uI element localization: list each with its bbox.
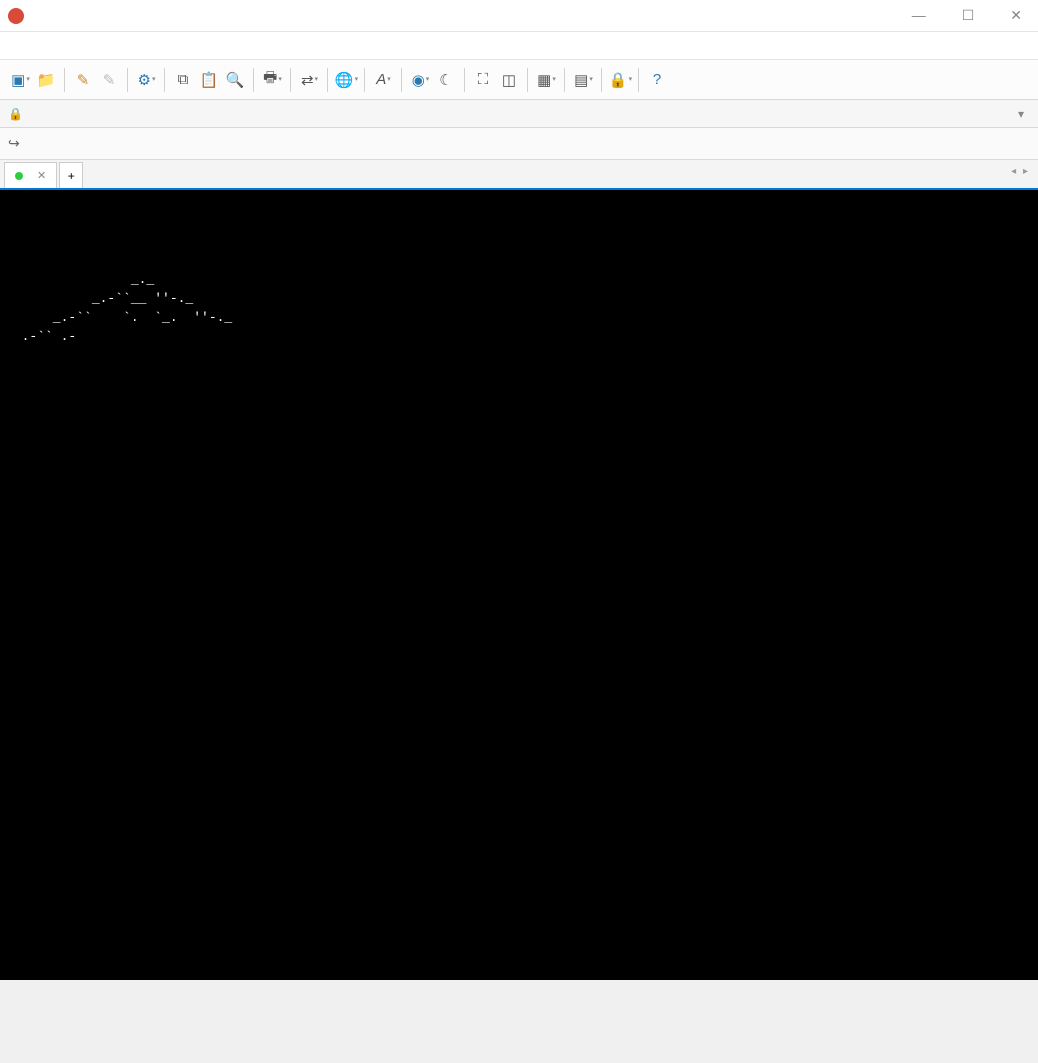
minimize-button[interactable]: — xyxy=(904,5,934,26)
lock-button[interactable]: 🔒 xyxy=(608,68,632,92)
separator xyxy=(527,68,528,92)
lock-icon: 🔒 xyxy=(8,107,23,121)
add-session-arrow-icon[interactable]: ↪ xyxy=(8,135,20,152)
separator xyxy=(364,68,365,92)
separator xyxy=(290,68,291,92)
maximize-button[interactable]: ☐ xyxy=(954,5,983,26)
reconnect-button[interactable]: ✎ xyxy=(71,68,95,92)
transfer-button[interactable]: ⇄ xyxy=(297,68,321,92)
info-bar: ↪ xyxy=(0,128,1038,160)
tab-bar: ✕ + ◂ ▸ xyxy=(0,160,1038,190)
help-button[interactable]: ? xyxy=(645,68,669,92)
separator xyxy=(564,68,565,92)
tile-button[interactable]: ▦ xyxy=(534,68,558,92)
separator xyxy=(127,68,128,92)
globe-button[interactable]: 🌐 xyxy=(334,68,358,92)
address-bar: 🔒 ▾ xyxy=(0,100,1038,128)
new-session-button[interactable]: ▣ xyxy=(8,68,32,92)
print-button[interactable]: 🖶 xyxy=(260,68,284,92)
menu-help[interactable] xyxy=(128,44,144,48)
title-bar: — ☐ ✕ xyxy=(0,0,1038,32)
close-button[interactable]: ✕ xyxy=(1002,5,1030,26)
toolbar: ▣ 📁 ✎ ✎ ⚙ ⧉ 📋 🔍 🖶 ⇄ 🌐 A ◉ ☾ ⛶ ◫ ▦ ▤ 🔒 ? xyxy=(0,60,1038,100)
menu-view[interactable] xyxy=(48,44,64,48)
window-controls: — ☐ ✕ xyxy=(904,5,1030,26)
menu-tab[interactable] xyxy=(88,44,104,48)
separator xyxy=(638,68,639,92)
color-button[interactable]: ◉ xyxy=(408,68,432,92)
theme-button[interactable]: ☾ xyxy=(434,68,458,92)
separator xyxy=(401,68,402,92)
copy-button[interactable]: ⧉ xyxy=(171,68,195,92)
opacity-button[interactable]: ◫ xyxy=(497,68,521,92)
separator xyxy=(253,68,254,92)
paste-button[interactable]: 📋 xyxy=(197,68,221,92)
menu-tools[interactable] xyxy=(68,44,84,48)
menu-file[interactable] xyxy=(8,44,24,48)
app-icon xyxy=(8,8,24,24)
separator xyxy=(601,68,602,92)
tab-mylinux[interactable]: ✕ xyxy=(4,162,57,188)
separator xyxy=(64,68,65,92)
tab-add-button[interactable]: + xyxy=(59,162,83,188)
status-dot-icon xyxy=(15,172,23,180)
tab-nav[interactable]: ◂ ▸ xyxy=(1011,166,1030,177)
properties-button[interactable]: ⚙ xyxy=(134,68,158,92)
font-button[interactable]: A xyxy=(371,68,395,92)
terminal[interactable]: _._ _.-``__ ''-._ _.-`` `. `_. ''-._ .-`… xyxy=(0,190,1038,980)
menu-window[interactable] xyxy=(108,44,124,48)
address-dropdown[interactable]: ▾ xyxy=(1012,107,1030,121)
tab-close-icon[interactable]: ✕ xyxy=(37,169,46,182)
separator xyxy=(327,68,328,92)
disconnect-button[interactable]: ✎ xyxy=(97,68,121,92)
open-button[interactable]: 📁 xyxy=(34,68,58,92)
menu-bar xyxy=(0,32,1038,60)
script-button[interactable]: ▤ xyxy=(571,68,595,92)
separator xyxy=(464,68,465,92)
menu-edit[interactable] xyxy=(28,44,44,48)
separator xyxy=(164,68,165,92)
fullscreen-button[interactable]: ⛶ xyxy=(471,68,495,92)
find-button[interactable]: 🔍 xyxy=(223,68,247,92)
